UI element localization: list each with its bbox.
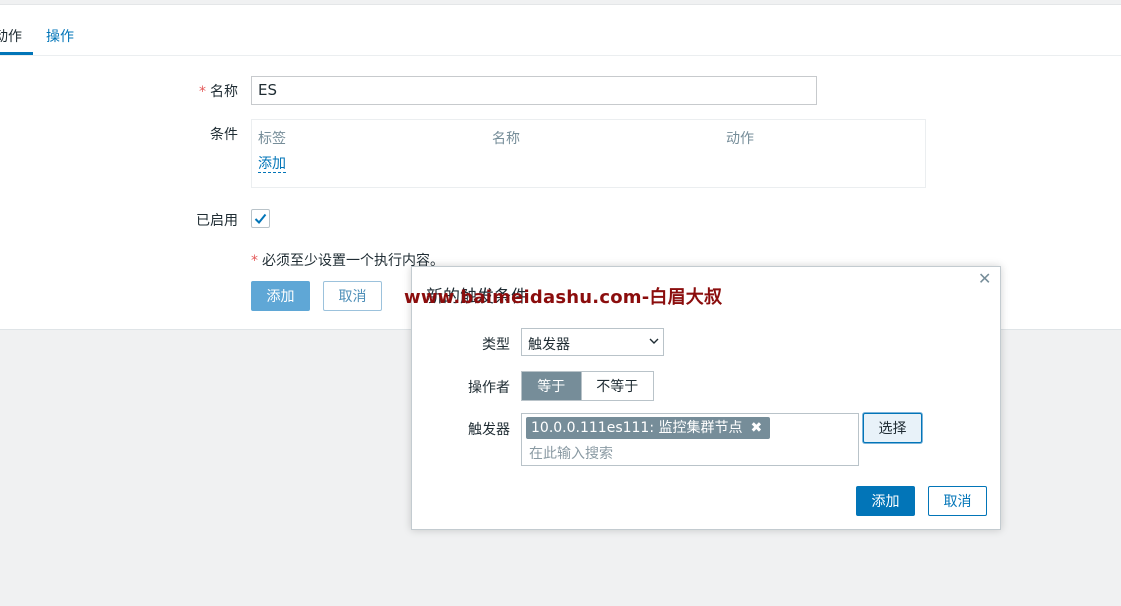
watermark: www.baimeidashu.com-白眉大叔 bbox=[404, 287, 723, 308]
enabled-label: 已启用 bbox=[196, 213, 238, 229]
select-button[interactable]: 选择 bbox=[863, 413, 922, 443]
tab-bar: 动作 操作 bbox=[0, 5, 1121, 56]
column-header-name: 名称 bbox=[492, 131, 520, 147]
trigger-chip: 10.0.0.111es111: 监控集群节点 ✖ bbox=[526, 417, 771, 439]
column-header-label: 标签 bbox=[258, 131, 286, 147]
type-select-value: 触发器 bbox=[528, 337, 570, 353]
conditions-table: 标签 名称 动作 添加 bbox=[251, 119, 926, 188]
active-tab-indicator bbox=[0, 52, 33, 55]
chevron-down-icon bbox=[649, 338, 659, 344]
tab-action[interactable]: 动作 bbox=[0, 28, 22, 46]
name-label: * 名称 bbox=[199, 84, 238, 100]
enabled-checkbox[interactable] bbox=[251, 209, 270, 228]
required-mark: * bbox=[199, 84, 206, 100]
operator-equals-option[interactable]: 等于 bbox=[522, 372, 581, 400]
remove-chip-icon[interactable]: ✖ bbox=[751, 417, 763, 439]
cancel-button[interactable]: 取消 bbox=[323, 281, 382, 311]
trigger-multiselect[interactable]: 10.0.0.111es111: 监控集群节点 ✖ 在此输入搜索 bbox=[521, 413, 859, 466]
tab-operations[interactable]: 操作 bbox=[46, 28, 74, 46]
column-header-action: 动作 bbox=[726, 131, 754, 147]
operator-not-equals-option[interactable]: 不等于 bbox=[580, 372, 653, 400]
operator-label: 操作者 bbox=[468, 380, 510, 396]
operator-toggle: 等于 不等于 bbox=[521, 371, 654, 401]
close-icon[interactable]: ✕ bbox=[978, 271, 991, 287]
new-trigger-condition-dialog: ✕ 新的触发条件 www.baimeidashu.com-白眉大叔 类型 触发器… bbox=[404, 266, 1001, 530]
trigger-chip-label: 10.0.0.111es111: 监控集群节点 bbox=[531, 420, 743, 436]
dialog-add-button[interactable]: 添加 bbox=[856, 486, 915, 516]
type-select[interactable]: 触发器 bbox=[521, 328, 664, 356]
trigger-search-input[interactable]: 在此输入搜索 bbox=[529, 443, 613, 463]
name-input[interactable] bbox=[251, 76, 817, 105]
add-condition-link[interactable]: 添加 bbox=[258, 156, 286, 173]
type-label: 类型 bbox=[482, 337, 510, 353]
conditions-label: 条件 bbox=[210, 127, 238, 143]
checkmark-icon bbox=[254, 213, 267, 224]
trigger-label: 触发器 bbox=[468, 422, 510, 438]
dialog-cancel-button[interactable]: 取消 bbox=[928, 486, 987, 516]
add-button[interactable]: 添加 bbox=[251, 281, 310, 311]
